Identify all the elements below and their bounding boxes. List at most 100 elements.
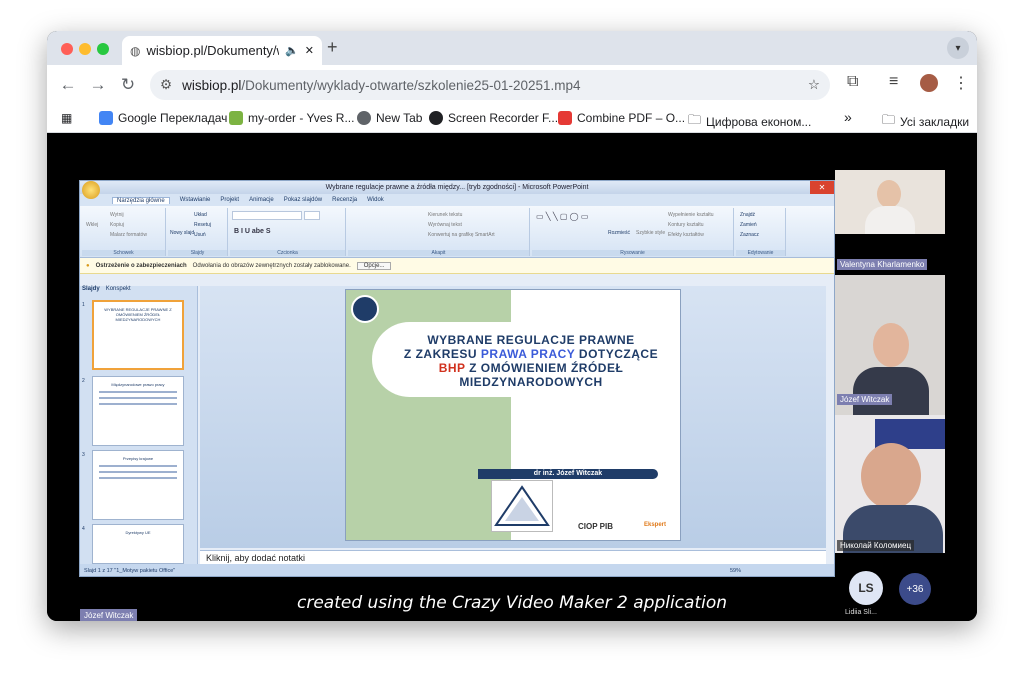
ppt-ribbon-tabs: Narzędzia główne Wstawianie Projekt Anim… [80,194,834,206]
bookmark-label: my-order - Yves R... [248,111,355,125]
close-window-button[interactable] [61,43,73,55]
ppt-title-bar: Wybrane regulacje prawne a źródła między… [80,181,834,199]
security-text: Odwołania do obrazów zewnętrznych został… [192,262,351,269]
participant-name: Николай Коломиец [837,540,915,551]
slide-thumbnail: Dyrektywy UE [92,524,184,564]
title-fragment: Z OMÓWIENIEM ŹRÓDEŁ [465,361,624,375]
ciop-logo: CIOP PIB [578,522,613,531]
ribbon-group-font: B I U abe S Czcionka [230,208,346,256]
leaf-icon [229,111,243,125]
ekspert-logo: Ekspert [644,522,667,528]
tab-title: wisbiop.pl/Dokumenty/wy [146,43,280,58]
pane-tab-slides: Slajdy [82,286,100,292]
new-tab-button[interactable]: + [327,37,338,58]
tab-bar: ◍ wisbiop.pl/Dokumenty/wy 🔈 ✕ + ▾ [47,31,977,65]
bookmark-screen-recorder[interactable]: Screen Recorder F... [429,111,558,125]
thumbnail-heading: Międzynarodowe prawo pracy [111,382,165,387]
reload-icon[interactable]: ↻ [113,75,143,95]
maximize-window-button[interactable] [97,43,109,55]
media-controls-icon[interactable]: ≡ [889,73,898,91]
folder-icon: 🗀 [882,112,896,127]
ribbon-copy: Kopiuj [110,222,124,228]
ribbon-group-slides: Nowy slajd Układ Resetuj Usuń Slajdy [168,208,228,256]
security-title: Ostrzeżenie o zabezpieczeniach [95,262,187,269]
office-button-icon [82,181,100,199]
participant-avatar[interactable]: LS [849,571,883,605]
tab-close-icon[interactable]: ✕ [305,44,314,57]
triangle-badge-logo [491,480,553,532]
bookmark-star-icon[interactable]: ☆ [808,77,820,93]
google-translate-icon [99,111,113,125]
recorder-icon [429,111,443,125]
all-bookmarks-label: Усі закладки [900,115,970,129]
notes-pane: Kliknij, aby dodać notatki [200,550,826,564]
ribbon-align-text: Wyrównaj tekst [428,222,462,228]
status-slide-info: Slajd 1 z 17 "1_Motyw pakietu Office" [84,568,176,574]
slide-number: 2 [82,378,85,384]
site-info-icon[interactable]: ⚙ [160,77,172,93]
back-arrow-icon[interactable]: ← [53,75,83,95]
title-fragment-red: BHP [438,361,466,375]
bookmark-google-translate[interactable]: Google Перекладач [99,111,227,125]
minimize-window-button[interactable] [79,43,91,55]
pdf-icon [558,111,572,125]
toolbar: ← → ↻ ⚙ wisbiop.pl/Dokumenty/wyklady-otw… [47,65,977,105]
ribbon-shape-fill: Wypełnienie kształtu [668,212,714,218]
ribbon-group-paragraph: Kierunek tekstu Wyrównaj tekst Konwertuj… [348,208,530,256]
ppt-ribbon: Wklej Wytnij Kopiuj Malarz formatów Scho… [80,206,834,258]
slide-thumbnail: Przepisy krajowe [92,450,184,520]
ppt-tab: Pokaz slajdów [283,197,323,203]
bookmark-label: Цифрова економ... [706,115,812,129]
menu-kebab-icon[interactable]: ⋮ [953,73,969,93]
speaker-icon[interactable]: 🔈 [285,44,299,57]
font-size-box [304,211,320,220]
slide-number: 4 [82,526,85,532]
ribbon-group-label: Slajdy [168,250,227,256]
slide-number: 1 [82,302,85,308]
security-options-button: Opcje... [356,261,392,270]
ribbon-group-label: Czcionka [230,250,345,256]
ppt-status-bar: Slajd 1 z 17 "1_Motyw pakietu Office" 59… [80,564,834,576]
ppt-tab: Narzędzia główne [112,196,170,204]
video-caption: created using the Crazy Video Maker 2 ap… [297,593,728,613]
slide-number: 3 [82,452,85,458]
triangle-logo-icon [494,485,550,526]
address-bar[interactable]: ⚙ wisbiop.pl/Dokumenty/wyklady-otwarte/s… [150,70,830,100]
slide-title-line3: BHP Z OMÓWIENIEM ŹRÓDEŁ [386,361,676,375]
ppt-tab: Wstawianie [179,197,211,203]
ribbon-group-label: Edytowanie [736,250,785,256]
slide-editor: WYBRANE REGULACJE PRAWNE Z ZAKRESU PRAWA… [200,286,826,548]
all-bookmarks-button[interactable]: 🗀 Усі закладки [882,111,969,133]
ppt-tab: Recenzja [332,197,358,203]
apps-grid-icon[interactable]: ▦ [61,111,72,125]
participant-face [877,180,901,208]
profile-avatar[interactable] [920,74,938,92]
forward-arrow-icon[interactable]: → [83,75,113,95]
slides-pane: Slajdy Konspekt 1 WYBRANE REGULACJE PRAW… [80,286,198,564]
bookmarks-overflow-button[interactable]: » [844,109,852,125]
ribbon-paste: Wklej [86,222,99,228]
powerpoint-screen-share: Wybrane regulacje prawne a źródła między… [79,180,835,577]
bookmark-new-tab[interactable]: New Tab [357,111,422,125]
bookmark-folder-economy[interactable]: 🗀 Цифрова економ... [688,111,811,133]
current-slide: WYBRANE REGULACJE PRAWNE Z ZAKRESU PRAWA… [345,289,681,541]
video-player[interactable]: Wybrane regulacje prawne a źródła między… [47,133,977,621]
url-path: /Dokumenty/wyklady-otwarte/szkolenie25-0… [241,77,581,93]
thumbnail-heading: Dyrektywy UE [125,530,151,535]
font-name-box [232,211,302,220]
ciop-text: CIOP [578,522,598,531]
ribbon-shape-effects: Efekty kształtów [668,232,704,238]
extensions-icon[interactable]: ⧉ [847,73,858,91]
tab-search-button[interactable]: ▾ [947,37,969,59]
globe-icon [357,111,371,125]
bookmark-my-order[interactable]: my-order - Yves R... [229,111,354,125]
more-participants-button[interactable]: +36 [899,573,931,605]
slide-author: dr inż. Józef Witczak [478,469,658,479]
bookmark-combine-pdf[interactable]: Combine PDF – O... [558,111,685,125]
browser-tab[interactable]: ◍ wisbiop.pl/Dokumenty/wy 🔈 ✕ [122,36,322,65]
speaker-label: Józef Witczak [80,609,138,621]
ribbon-cut: Wytnij [110,212,124,218]
globe-icon: ◍ [130,43,141,58]
status-zoom: 59% [730,568,742,574]
bookmark-label: Combine PDF – O... [577,111,686,125]
